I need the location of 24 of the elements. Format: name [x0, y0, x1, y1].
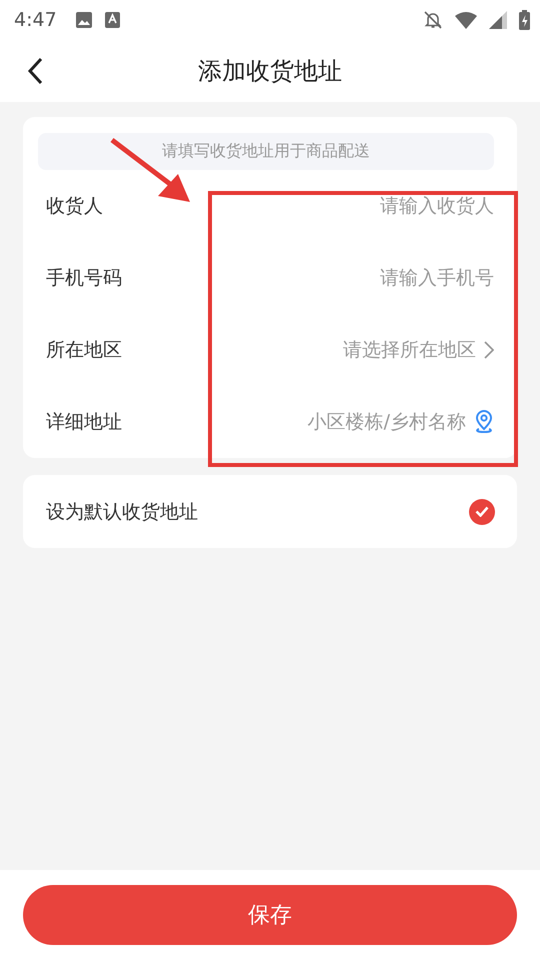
signal-icon — [489, 11, 507, 29]
input-field[interactable]: 请输入收货人 — [376, 195, 494, 217]
field-label: 详细地址 — [46, 410, 123, 435]
image-icon — [74, 11, 93, 29]
default-checkbox[interactable] — [469, 498, 495, 524]
location-pin-icon[interactable] — [474, 410, 494, 434]
input-field[interactable]: 请输入手机号 — [376, 267, 494, 289]
default-address-label: 设为默认收货地址 — [46, 500, 199, 524]
notice-text: 请填写收货地址用于商品配送 — [38, 133, 494, 170]
save-button[interactable]: 保存 — [23, 885, 517, 945]
text-notification-icon — [104, 12, 120, 28]
region-select[interactable]: 请选择所在地区 — [186, 337, 494, 363]
check-icon — [475, 506, 489, 517]
chevron-right-icon — [484, 341, 494, 359]
chevron-left-icon — [27, 57, 43, 85]
input-field[interactable]: 小区楼栋/乡村名称 — [291, 411, 466, 433]
page-title: 添加收货地址 — [198, 56, 342, 87]
bell-off-icon — [423, 10, 443, 30]
field-label: 手机号码 — [46, 266, 123, 291]
field-label: 所在地区 — [46, 338, 123, 363]
battery-icon — [519, 10, 530, 30]
wifi-icon — [455, 11, 477, 29]
field-label: 收货人 — [46, 194, 104, 219]
status-time: 4:47 — [14, 9, 57, 31]
